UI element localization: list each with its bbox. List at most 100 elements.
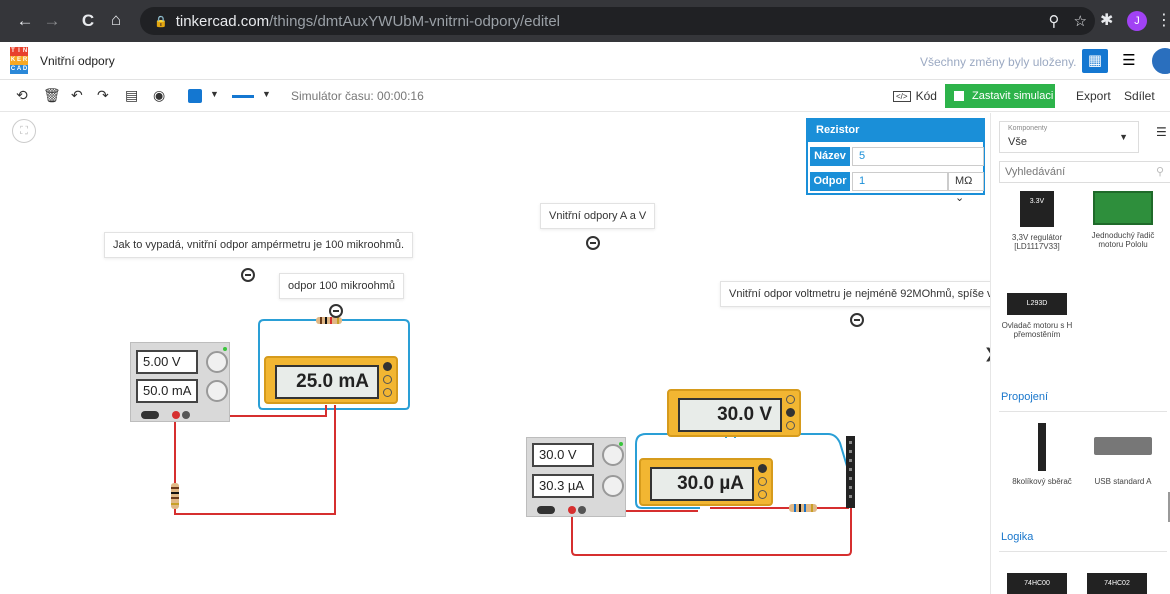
status-led — [619, 442, 623, 446]
simulation-time: Simulátor času: 00:00:16 — [291, 89, 424, 103]
ammeter[interactable]: 30.0 µA — [639, 458, 773, 506]
undo-icon[interactable]: ↶ — [71, 87, 83, 104]
component-search-input[interactable]: Vyhledávání ⚲ — [999, 161, 1170, 183]
mode-dot[interactable] — [758, 477, 767, 486]
app-header: T I N K E R C A D Vnitřní odpory Všechny… — [0, 42, 1170, 80]
reload-icon[interactable]: C — [75, 11, 101, 31]
power-supply-2[interactable]: 30.0 V 30.3 µA — [526, 437, 626, 517]
note-ammeter[interactable]: Jak to vypadá, vnitřní odpor ampérmetru … — [104, 232, 414, 258]
back-icon[interactable]: ← — [12, 11, 38, 31]
resistor-top[interactable] — [316, 317, 342, 324]
visibility-icon[interactable]: ◉ — [153, 87, 165, 104]
circuit-canvas[interactable]: ⛶ Jak to vypadá, vnitřní odpor ampérmetr… — [0, 113, 1014, 594]
component-usb[interactable]: USB standard A — [1083, 423, 1163, 486]
negative-terminal[interactable] — [182, 411, 190, 419]
positive-terminal[interactable] — [172, 411, 180, 419]
resistance-field[interactable]: 1 — [852, 172, 948, 191]
component-label: Ovladač motoru s H přemostěním — [1001, 321, 1073, 339]
chevron-down-icon[interactable]: ▼ — [210, 89, 219, 99]
chip-74hc00[interactable]: 74HC00 — [1007, 573, 1067, 594]
note-collapse-icon[interactable] — [850, 313, 864, 327]
multimeter-1[interactable]: 25.0 mA — [264, 356, 398, 404]
mode-dot[interactable] — [383, 375, 392, 384]
note-title[interactable]: Vnitřní odpory A a V — [540, 203, 656, 229]
current-knob[interactable] — [206, 380, 228, 402]
circuit-view-icon[interactable]: ▦ — [1082, 49, 1108, 73]
note-collapse-icon[interactable] — [241, 268, 255, 282]
status-led — [223, 347, 227, 351]
dropdown-caption: Komponenty — [1008, 125, 1048, 132]
resistance-label: Odpor — [810, 172, 850, 191]
list-view-icon[interactable]: ☰ — [1156, 125, 1167, 139]
zoom-icon[interactable]: ⚲ — [1049, 12, 1060, 30]
resistor-selected[interactable] — [789, 504, 817, 512]
stop-simulation-button[interactable]: Zastavit simulaci — [945, 84, 1055, 108]
components-dropdown[interactable]: Komponenty Vše ▼ — [999, 121, 1139, 153]
save-status: Všechny změny byly uloženy. — [920, 55, 1077, 69]
header-image — [1038, 423, 1046, 471]
voltage-knob[interactable] — [602, 444, 624, 466]
mode-dot[interactable] — [786, 408, 795, 417]
note-voltmeter[interactable]: Vnitřní odpor voltmetru je nejméně 92MOh… — [720, 281, 1014, 307]
note-collapse-icon[interactable] — [586, 236, 600, 250]
stop-icon — [954, 91, 964, 101]
extensions-puzzle-icon[interactable]: ✱ — [1100, 10, 1113, 30]
chevron-down-icon: ▼ — [1119, 132, 1128, 142]
section-connections: Propojení — [1001, 391, 1049, 403]
negative-terminal[interactable] — [578, 506, 586, 514]
search-placeholder: Vyhledávání — [1005, 166, 1066, 178]
positive-terminal[interactable] — [568, 506, 576, 514]
profile-avatar[interactable]: J — [1127, 11, 1147, 31]
component-motor-driver[interactable]: Jednoduchý řadič motoru Pololu — [1083, 191, 1163, 249]
meter-reading: 25.0 mA — [275, 365, 379, 399]
psu-current-display: 30.3 µA — [532, 474, 594, 498]
chip-74hc02[interactable]: 74HC02 — [1087, 573, 1147, 594]
color-picker[interactable] — [188, 89, 202, 103]
delete-icon[interactable]: 🗑 — [43, 87, 61, 104]
list-view-icon[interactable]: ☰ — [1116, 49, 1142, 73]
user-avatar[interactable] — [1150, 46, 1170, 76]
bookmark-star-icon[interactable]: ☆ — [1074, 12, 1087, 30]
code-button[interactable]: </> Kód — [893, 86, 937, 106]
rotate-icon[interactable]: ⟲ — [16, 87, 28, 104]
component-regulator[interactable]: 3.3V 3,3V regulátor [LD1117V33] — [999, 191, 1075, 251]
editor-toolbar: ⟲ 🗑 ↶ ↷ ▤ ◉ ▼ ▼ Simulátor času: 00:00:16… — [0, 80, 1170, 112]
export-button[interactable]: Export — [1076, 89, 1111, 103]
mode-dot[interactable] — [758, 464, 767, 473]
dropdown-value: Vše — [1008, 136, 1027, 148]
voltmeter[interactable]: 30.0 V — [667, 389, 801, 437]
mode-dot[interactable] — [786, 421, 795, 430]
redo-icon[interactable]: ↷ — [97, 87, 109, 104]
pin-header[interactable] — [846, 436, 855, 508]
name-field[interactable]: 5 — [852, 147, 984, 166]
unit-select[interactable]: MΩ ⌄ — [948, 172, 984, 204]
power-switch[interactable] — [141, 411, 159, 419]
power-supply-1[interactable]: 5.00 V 50.0 mA — [130, 342, 230, 422]
resistor-left[interactable] — [171, 483, 179, 509]
notes-icon[interactable]: ▤ — [125, 87, 138, 104]
mode-dot[interactable] — [758, 490, 767, 499]
forward-icon[interactable]: → — [39, 11, 65, 31]
tinkercad-logo[interactable]: T I N K E R C A D — [10, 47, 28, 74]
power-switch[interactable] — [537, 506, 555, 514]
note-collapse-icon[interactable] — [329, 304, 343, 318]
project-title[interactable]: Vnitřní odpory — [40, 54, 115, 68]
regulator-image: 3.3V — [1020, 191, 1054, 227]
address-bar[interactable]: 🔒 tinkercad.com/things/dmtAuxYWUbM-vnitr… — [140, 7, 1095, 35]
home-icon[interactable]: ⌂ — [103, 10, 129, 30]
component-label: 3,3V regulátor [LD1117V33] — [1011, 233, 1063, 251]
mode-dot[interactable] — [383, 388, 392, 397]
chevron-down-icon[interactable]: ▼ — [262, 89, 271, 99]
component-h-bridge[interactable]: L293D Ovladač motoru s H přemostěním — [999, 293, 1075, 339]
browser-menu-icon[interactable]: ⋮ — [1156, 10, 1170, 30]
mode-dot[interactable] — [786, 395, 795, 404]
code-icon: </> — [893, 90, 911, 102]
wire-style-picker[interactable] — [232, 95, 254, 98]
component-header[interactable]: 8kolíkový sběrač — [999, 423, 1085, 486]
note-resistor[interactable]: odpor 100 mikroohmů — [279, 273, 405, 299]
meter-reading: 30.0 V — [678, 398, 782, 432]
share-button[interactable]: Sdílet — [1124, 89, 1155, 103]
current-knob[interactable] — [602, 475, 624, 497]
voltage-knob[interactable] — [206, 351, 228, 373]
mode-dot[interactable] — [383, 362, 392, 371]
